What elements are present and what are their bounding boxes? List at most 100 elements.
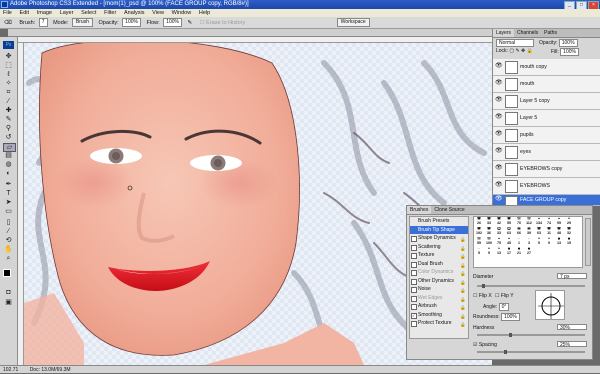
hardness-field[interactable]: 30% [557, 324, 587, 331]
color-dynamics-item[interactable]: Color Dynamics 🔒 [410, 268, 468, 277]
blur-tool-icon[interactable]: ◍ [3, 161, 14, 168]
eraser-tool-icon-active[interactable]: ▱ [3, 143, 16, 152]
brush-tip[interactable]: ✲ 112 [524, 217, 534, 227]
marquee-tool-icon[interactable]: ⬚ [3, 62, 14, 69]
tab-channels[interactable]: Channels [514, 29, 541, 37]
visibility-eye-icon[interactable]: 👁 [495, 148, 503, 154]
lasso-tool-icon[interactable]: ℓ [3, 71, 14, 78]
menu-image[interactable]: Image [37, 10, 52, 16]
diameter-slider[interactable] [477, 284, 585, 288]
brush-tip[interactable]: ✱ 33 [484, 217, 494, 227]
slice-tool-icon[interactable]: ⁄ [3, 98, 14, 105]
healing-brush-tool-icon[interactable]: ✚ [3, 107, 14, 114]
roundness-field[interactable]: 100% [501, 313, 520, 321]
spacing-slider-knob[interactable] [504, 350, 507, 354]
diameter-slider-knob[interactable] [482, 284, 486, 288]
wet-edges-item[interactable]: Wet Edges 🔒 [410, 294, 468, 303]
brush-tip[interactable]: ✱ 48 [554, 227, 564, 237]
brush-tip[interactable]: ✱ 55 [504, 217, 514, 227]
angle-roundness-preview[interactable] [535, 290, 565, 320]
brush-tip[interactable]: • 9 [544, 237, 554, 247]
eyedropper-tool-icon[interactable]: ⁄ [3, 228, 14, 235]
brush-tip[interactable]: · 3 [524, 237, 534, 247]
brush-tip-grid[interactable]: ✱ 26 ✱ 33 ✱ 42 ✱ 55 ✲ 70 ✲ 112 ▪ 134 ▪ 74 ▪ 95 • 29 ✱ 192 ✱ 36 ✿… [473, 216, 583, 268]
visibility-eye-icon[interactable]: 👁 [495, 182, 503, 188]
brush-presets-item[interactable]: Brush Presets [410, 217, 468, 226]
airbrush-item[interactable]: Airbrush 🔒 [410, 302, 468, 311]
3d-rotate-tool-icon[interactable]: ⟲ [3, 237, 14, 244]
diameter-field[interactable]: 7 px [557, 273, 587, 280]
visibility-eye-icon[interactable]: 👁 [495, 165, 503, 171]
path-selection-tool-icon[interactable]: ➤ [3, 199, 14, 206]
flip-y-checkbox[interactable]: ☐ Flip Y [495, 293, 514, 299]
zoom-readout[interactable]: 102.71 [3, 367, 18, 373]
brush-size-picker[interactable]: 7 [38, 18, 48, 28]
brush-tip[interactable]: ✲ 100 [484, 237, 494, 247]
smoothing-item[interactable]: ✓ Smoothing 🔒 [410, 311, 468, 320]
angle-field[interactable]: 0° [498, 303, 510, 311]
erase-to-history-checkbox[interactable]: ☐ Erase to History [200, 20, 246, 26]
crop-tool-icon[interactable]: ⌗ [3, 89, 14, 96]
eraser-tool-icon[interactable]: ⌫ [4, 20, 12, 26]
tab-layers[interactable]: Layers [493, 29, 515, 37]
brush-tip[interactable]: ✲ 70 [514, 217, 524, 227]
tab-brushes[interactable]: Brushes [407, 206, 432, 214]
noise-item[interactable]: Noise 🔒 [410, 285, 468, 294]
workspace-dropdown[interactable]: Workspace [336, 18, 370, 28]
shape-tool-icon[interactable]: ▭ [3, 208, 14, 215]
brush-tip[interactable]: ✿ 63 [504, 227, 514, 237]
screen-mode-icon[interactable]: ▣ [3, 299, 14, 306]
brush-tip[interactable]: ▪ 134 [534, 217, 544, 227]
layer-opacity-field[interactable]: 100% [558, 39, 578, 47]
tab-paths[interactable]: Paths [541, 29, 560, 37]
brush-tip[interactable]: ✿ 33 [494, 227, 504, 237]
brush-tip[interactable]: ▪ 95 [554, 217, 564, 227]
pen-tool-icon[interactable]: ✒ [3, 181, 14, 188]
type-tool-icon[interactable]: T [3, 190, 14, 197]
brush-tip[interactable]: ✱ 63 [534, 227, 544, 237]
brush-tip[interactable]: ✱ 192 [474, 227, 484, 237]
layer-row[interactable]: 👁 Layer 5 [493, 110, 600, 127]
airbrush-icon[interactable]: ✎ [188, 20, 193, 26]
layer-row[interactable]: 👁 mouth [493, 76, 600, 93]
menu-select[interactable]: Select [81, 10, 96, 16]
brush-tip[interactable]: ✱ 26 [474, 217, 484, 227]
menu-help[interactable]: Help [199, 10, 210, 16]
layer-row[interactable]: 👁 mouth copy [493, 59, 600, 76]
dual-brush-item[interactable]: Dual Brush 🔒 [410, 260, 468, 269]
brush-tip[interactable]: ▪ 45 [504, 237, 514, 247]
brush-tip[interactable]: • 9 [484, 247, 494, 257]
brush-tip[interactable]: ● 21 [514, 247, 524, 257]
menu-layer[interactable]: Layer [60, 10, 74, 16]
lock-icons[interactable]: ▢ ✎ ✥ 🔒 [509, 48, 533, 54]
flip-x-checkbox[interactable]: ☐ Flip X [473, 293, 492, 299]
shape-dynamics-item[interactable]: Shape Dynamics 🔒 [410, 234, 468, 243]
layer-row[interactable]: 👁 EYEBROWS [493, 178, 600, 195]
brush-tip[interactable]: ● 19 [564, 237, 574, 247]
brush-tip[interactable]: · 1 [514, 237, 524, 247]
brush-tip[interactable]: • 29 [564, 217, 574, 227]
brush-tip[interactable]: ❀ 39 [524, 227, 534, 237]
brush-tip[interactable]: • 5 [534, 237, 544, 247]
magic-wand-tool-icon[interactable]: ✧ [3, 80, 14, 87]
scattering-item[interactable]: Scattering 🔒 [410, 243, 468, 252]
hardness-slider[interactable] [477, 333, 585, 337]
visibility-eye-icon[interactable]: 👁 [495, 97, 503, 103]
brush-tip-shape-item[interactable]: Brush Tip Shape [410, 225, 468, 234]
zoom-tool-icon[interactable]: ⌕ [3, 255, 14, 262]
visibility-eye-icon[interactable]: 👁 [495, 63, 503, 69]
notes-tool-icon[interactable]: ▯ [3, 219, 14, 226]
brush-tip[interactable]: ● 13 [554, 237, 564, 247]
layer-row[interactable]: 👁 eyes [493, 144, 600, 161]
tip-grid-scrollbar[interactable] [585, 218, 591, 266]
menu-edit[interactable]: Edit [20, 10, 29, 16]
brush-tip[interactable]: ▪ 75 [494, 237, 504, 247]
protect-texture-item[interactable]: Protect Texture 🔒 [410, 319, 468, 328]
menu-view[interactable]: View [152, 10, 164, 16]
brush-tip[interactable]: ✱ 36 [484, 227, 494, 237]
brush-tip[interactable]: ✱ 32 [564, 227, 574, 237]
brush-tool-icon[interactable]: ✎ [3, 116, 14, 123]
brush-tip[interactable]: ● 27 [524, 247, 534, 257]
brush-tip[interactable]: • 13 [494, 247, 504, 257]
visibility-eye-icon[interactable]: 👁 [495, 80, 503, 86]
